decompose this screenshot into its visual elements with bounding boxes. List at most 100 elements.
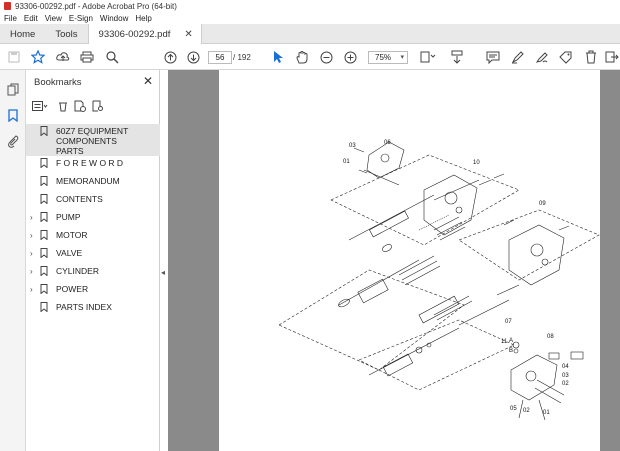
- hand-tool-icon[interactable]: [294, 49, 310, 65]
- scroll-mode-icon[interactable]: [449, 49, 465, 65]
- bookmark-ribbon-icon: [40, 266, 48, 276]
- menu-file[interactable]: File: [4, 14, 17, 23]
- callout-label: 04: [562, 364, 569, 370]
- tab-bar: Home Tools 93306-00292.pdf ✕: [0, 24, 620, 44]
- callout-label: 02: [523, 408, 530, 414]
- extract-pages-icon[interactable]: [604, 49, 620, 65]
- bookmark-label: 60Z7 EQUIPMENT COMPONENTS PARTS: [56, 126, 129, 156]
- bookmarks-list: 60Z7 EQUIPMENT COMPONENTS PARTS F O R E …: [26, 124, 160, 318]
- zoom-out-icon[interactable]: [318, 49, 334, 65]
- bookmark-foreword[interactable]: F O R E W O R D: [26, 156, 160, 174]
- menu-view[interactable]: View: [45, 14, 62, 23]
- callout-label: 02: [562, 381, 569, 387]
- delete-trash-icon[interactable]: [583, 49, 599, 65]
- bookmark-ribbon-icon: [40, 158, 48, 168]
- find-bookmark-icon[interactable]: [92, 100, 104, 112]
- bookmark-label: CYLINDER: [56, 266, 99, 276]
- navigation-rail: [0, 70, 26, 451]
- options-menu-icon[interactable]: [32, 101, 48, 111]
- comment-icon[interactable]: [485, 49, 501, 65]
- bookmark-power[interactable]: › POWER: [26, 282, 160, 300]
- bookmark-pump[interactable]: › PUMP: [26, 210, 160, 228]
- highlight-pen-icon[interactable]: [510, 49, 526, 65]
- expand-chevron-icon[interactable]: ›: [30, 246, 40, 258]
- callout-label: 06: [384, 140, 391, 146]
- bookmark-cylinder[interactable]: › CYLINDER: [26, 264, 160, 282]
- bookmark-motor[interactable]: › MOTOR: [26, 228, 160, 246]
- page-thumbnails-icon[interactable]: [6, 82, 20, 96]
- page-number-input[interactable]: 56: [208, 51, 232, 64]
- expand-chevron-icon[interactable]: ›: [30, 282, 40, 294]
- delete-bookmark-icon[interactable]: [58, 100, 68, 112]
- page-fit-icon[interactable]: [420, 49, 436, 65]
- bookmark-parts-index[interactable]: PARTS INDEX: [26, 300, 160, 318]
- close-panel-icon[interactable]: ✕: [143, 74, 153, 88]
- bookmark-star-icon[interactable]: [30, 49, 46, 65]
- share-tag-icon[interactable]: [558, 49, 574, 65]
- zoom-in-icon[interactable]: [342, 49, 358, 65]
- page-up-icon[interactable]: [162, 49, 178, 65]
- bookmark-label: VALVE: [56, 248, 83, 258]
- document-view[interactable]: 03 06 01 10 09 07 08 11 A B 04 03 02 05 …: [168, 70, 620, 451]
- close-tab-icon[interactable]: ✕: [184, 29, 192, 40]
- menu-help[interactable]: Help: [135, 14, 151, 23]
- pdf-page: 03 06 01 10 09 07 08 11 A B 04 03 02 05 …: [219, 70, 600, 451]
- tab-tools[interactable]: Tools: [45, 24, 87, 44]
- print-icon[interactable]: [79, 49, 95, 65]
- expand-chevron-icon[interactable]: ›: [30, 228, 40, 240]
- tab-home[interactable]: Home: [0, 24, 45, 44]
- exploded-parts-drawing: 03 06 01 10 09 07 08 11 A B 04 03 02 05 …: [278, 140, 600, 421]
- document-gutter: [601, 70, 620, 451]
- bookmark-valve[interactable]: › VALVE: [26, 246, 160, 264]
- bookmark-equipment-components-parts[interactable]: 60Z7 EQUIPMENT COMPONENTS PARTS: [26, 124, 160, 156]
- expand-chevron-icon[interactable]: ›: [30, 264, 40, 276]
- tab-document-label: 93306-00292.pdf: [98, 28, 171, 40]
- callout-label: 03: [562, 373, 569, 379]
- bookmarks-panel: Bookmarks ✕ 60Z7 EQUIPMENT COMPONENTS PA…: [26, 70, 160, 451]
- callout-label: B: [509, 348, 513, 354]
- bookmark-label: PARTS INDEX: [56, 302, 112, 312]
- menu-bar: File Edit View E-Sign Window Help: [0, 12, 620, 24]
- bookmarks-toolbar: [32, 98, 110, 114]
- select-cursor-icon[interactable]: [270, 49, 286, 65]
- upload-cloud-icon[interactable]: [55, 49, 71, 65]
- menu-window[interactable]: Window: [100, 14, 128, 23]
- bookmark-ribbon-icon: [40, 230, 48, 240]
- callout-label: 11: [501, 339, 508, 345]
- save-icon[interactable]: [6, 49, 22, 65]
- expand-chevron-icon[interactable]: ›: [30, 210, 40, 222]
- sign-icon[interactable]: [534, 49, 550, 65]
- callout-label: 01: [343, 159, 350, 165]
- panel-splitter[interactable]: ◂: [160, 70, 168, 451]
- callout-label: 03: [349, 143, 356, 149]
- bookmark-ribbon-icon: [40, 284, 48, 294]
- menu-esign[interactable]: E-Sign: [69, 14, 93, 23]
- callout-label: A: [509, 338, 513, 344]
- page-down-icon[interactable]: [185, 49, 201, 65]
- bookmark-memorandum[interactable]: MEMORANDUM: [26, 174, 160, 192]
- bookmark-ribbon-icon: [40, 126, 48, 136]
- tab-document[interactable]: 93306-00292.pdf ✕: [87, 24, 202, 44]
- bookmark-label: MOTOR: [56, 230, 88, 240]
- collapse-panel-arrow-icon[interactable]: ◂: [161, 268, 165, 277]
- bookmarks-panel-icon[interactable]: [6, 108, 20, 122]
- window-title: 93306-00292.pdf - Adobe Acrobat Pro (64-…: [15, 1, 177, 11]
- toolbar: 56 / 192 75%: [0, 44, 620, 70]
- bookmark-label: F O R E W O R D: [56, 158, 124, 168]
- bookmark-label: MEMORANDUM: [56, 176, 120, 186]
- acrobat-icon: [4, 2, 11, 10]
- callout-label: 10: [473, 160, 480, 166]
- bookmark-ribbon-icon: [40, 302, 48, 312]
- zoom-search-icon[interactable]: [104, 49, 120, 65]
- new-bookmark-icon[interactable]: [74, 100, 86, 112]
- menu-edit[interactable]: Edit: [24, 14, 38, 23]
- callout-label: 07: [505, 319, 512, 325]
- zoom-level-select[interactable]: 75%: [368, 51, 408, 64]
- callout-label: 05: [510, 406, 517, 412]
- bookmarks-title: Bookmarks: [34, 77, 82, 88]
- bookmark-contents[interactable]: CONTENTS: [26, 192, 160, 210]
- title-bar: 93306-00292.pdf - Adobe Acrobat Pro (64-…: [0, 0, 620, 12]
- bookmark-label: POWER: [56, 284, 89, 294]
- callout-label: 08: [547, 334, 554, 340]
- attachments-paperclip-icon[interactable]: [6, 134, 20, 148]
